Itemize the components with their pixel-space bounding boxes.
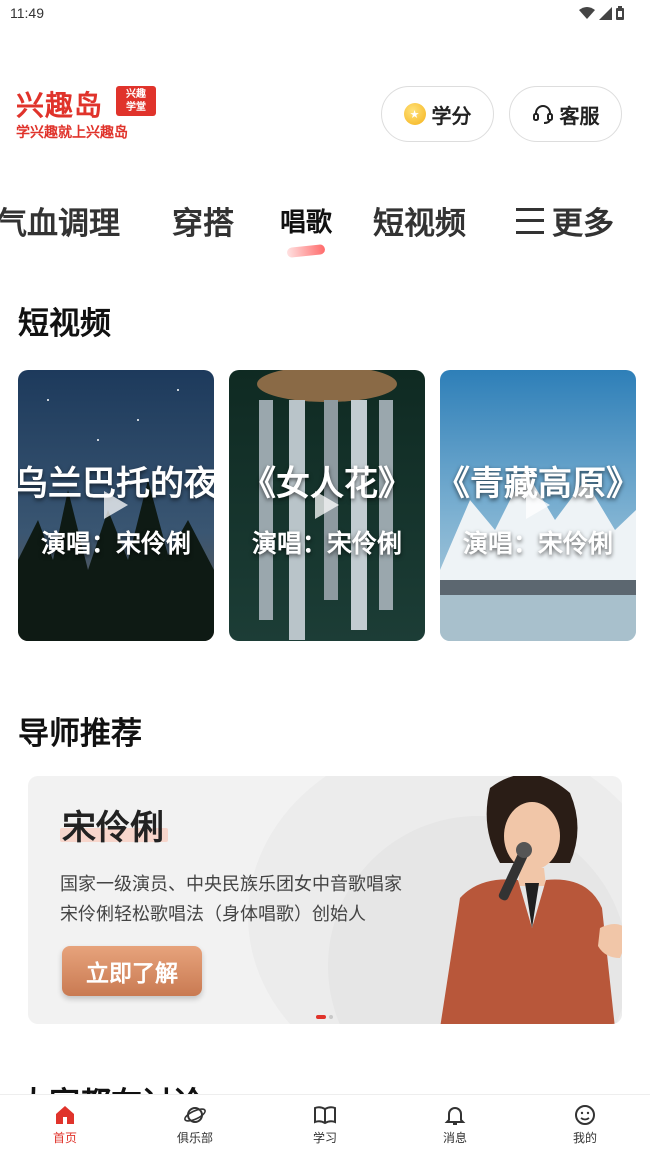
mentor-banner[interactable]: 宋伶俐 国家一级演员、中央民族乐团女中音歌唱家 宋伶俐轻松歌唱法（身体唱歌）创始… [28,776,622,1024]
play-icon [315,491,339,519]
bottom-navigation: 首页 俱乐部 学习 消息 我的 [0,1094,650,1156]
logo-badge-line1: 兴趣 [126,89,146,100]
short-video-list: 乌兰巴托的夜 演唱：宋伶俐 《女人花》 演唱：宋伶俐 《青藏高原》 演唱：宋伶俐 [18,370,650,641]
play-icon [526,491,550,519]
wifi-icon [579,6,595,19]
customer-service-label: 客服 [559,103,600,128]
nav-club[interactable]: 俱乐部 [130,1095,260,1156]
more-button[interactable]: 更多 [516,198,614,243]
headset-icon [532,105,553,124]
nav-messages-label: 消息 [442,1131,467,1145]
book-icon [314,1106,336,1125]
carousel-dot-active [316,1015,326,1019]
status-bar: 11:49 [0,0,650,30]
video-card[interactable]: 乌兰巴托的夜 演唱：宋伶俐 [18,370,214,641]
learn-more-button[interactable]: 立即了解 [62,946,202,996]
carousel-dots [316,1015,333,1019]
tab-chuanda[interactable]: 穿搭 [172,198,234,243]
video-singer: 演唱：宋伶俐 [462,529,613,558]
mentor-desc-line1: 国家一级演员、中央民族乐团女中音歌唱家 [60,874,402,895]
nav-profile-label: 我的 [572,1131,597,1145]
logo-badge-line2: 学堂 [126,102,146,113]
system-icons [579,6,624,20]
short-videos-title: 短视频 [18,306,111,342]
video-singer: 演唱：宋伶俐 [40,529,191,558]
video-card[interactable]: 《女人花》 演唱：宋伶俐 [229,370,425,641]
signal-icon [599,6,612,20]
menu-icon [516,207,544,234]
tab-qixue[interactable]: 气血调理 [0,198,120,243]
logo-badge: 兴趣 学堂 [116,86,156,116]
nav-study[interactable]: 学习 [260,1095,390,1156]
tab-duanshipin[interactable]: 短视频 [373,198,466,243]
nav-home[interactable]: 首页 [0,1095,130,1156]
battery-icon [616,6,624,20]
customer-service-button[interactable]: 客服 [509,86,622,142]
nav-study-label: 学习 [312,1131,337,1145]
logo-brand: 兴趣岛 [16,89,104,122]
credits-label: 学分 [431,103,472,128]
mentor-photo [440,776,622,1024]
coin-icon: ★ [403,103,426,125]
play-icon [104,491,128,519]
planet-icon [184,1107,206,1123]
status-time: 11:49 [10,5,44,21]
bell-icon [444,1107,466,1125]
mentor-desc-line2: 宋伶俐轻松歌唱法（身体唱歌）创始人 [60,904,366,925]
nav-profile[interactable]: 我的 [520,1095,650,1156]
tab-changge[interactable]: 唱歌 [280,202,332,239]
smile-icon [575,1105,595,1125]
nav-home-label: 首页 [52,1131,77,1145]
credits-button[interactable]: ★ 学分 [381,86,494,142]
nav-messages[interactable]: 消息 [390,1095,520,1156]
app-logo: 兴趣岛 兴趣 学堂 学兴趣就上兴趣岛 [16,84,166,146]
video-card[interactable]: 《青藏高原》 演唱：宋伶俐 [440,370,636,641]
home-icon [56,1106,74,1124]
mentor-description: 国家一级演员、中央民族乐团女中音歌唱家 宋伶俐轻松歌唱法（身体唱歌）创始人 [60,870,402,930]
logo-slogan: 学兴趣就上兴趣岛 [16,125,128,141]
mentor-name: 宋伶俐 [62,808,164,848]
carousel-dot [329,1015,333,1019]
mentor-section-title: 导师推荐 [18,716,142,752]
more-label: 更多 [552,206,614,242]
video-singer: 演唱：宋伶俐 [251,529,402,558]
nav-club-label: 俱乐部 [176,1131,213,1145]
